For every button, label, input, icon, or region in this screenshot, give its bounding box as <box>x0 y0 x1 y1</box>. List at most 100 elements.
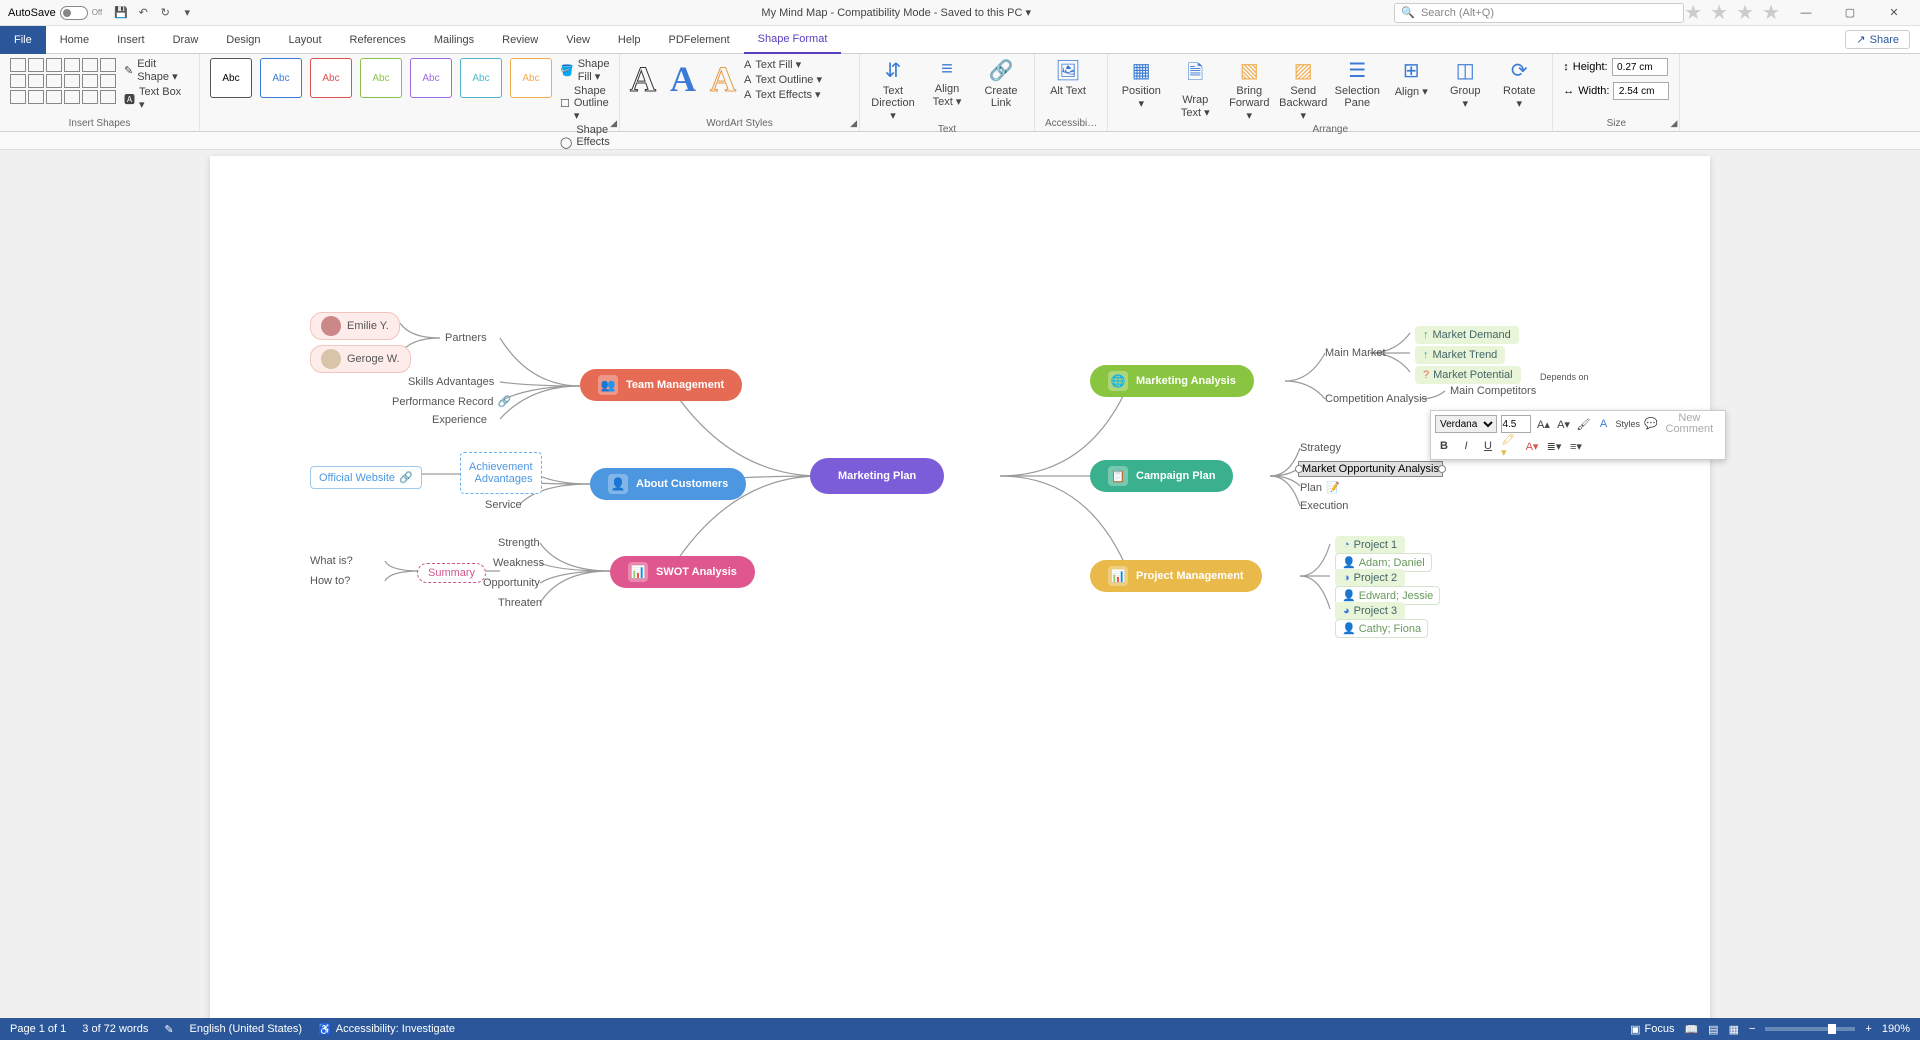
node-strength[interactable]: Strength <box>498 537 540 549</box>
tab-file[interactable]: File <box>0 26 46 54</box>
node-experience[interactable]: Experience <box>432 414 487 426</box>
shape-outline-button[interactable]: ☐Shape Outline ▾ <box>560 85 610 122</box>
spellcheck-icon[interactable]: ✎ <box>164 1023 173 1036</box>
style-swatch[interactable]: Abc <box>310 58 352 98</box>
align-text-button[interactable]: ≡Align Text ▾ <box>924 58 970 108</box>
node-competition[interactable]: Competition Analysis <box>1325 393 1427 405</box>
node-official-website[interactable]: Official Website🔗 <box>310 466 422 489</box>
node-about-customers[interactable]: 👤 About Customers <box>590 468 746 500</box>
print-layout-icon[interactable]: ▤ <box>1708 1023 1718 1036</box>
text-box-button[interactable]: 🅰Text Box ▾ <box>124 86 189 111</box>
language[interactable]: English (United States) <box>190 1023 303 1035</box>
assignees-project3[interactable]: 👤Cathy; Fiona <box>1335 619 1428 638</box>
tab-shape-format[interactable]: Shape Format <box>744 26 842 54</box>
autosave-toggle[interactable]: AutoSave Off <box>8 6 102 20</box>
wrap-text-button[interactable]: 🗎Wrap Text ▾ <box>1172 58 1218 119</box>
node-team-management[interactable]: 👥 Team Management <box>580 369 742 401</box>
maximize-button[interactable]: ▢ <box>1832 1 1868 25</box>
node-weakness[interactable]: Weakness <box>493 557 544 569</box>
tab-layout[interactable]: Layout <box>275 26 336 54</box>
node-market-trend[interactable]: ↑Market Trend <box>1415 346 1505 364</box>
node-swot[interactable]: 📊 SWOT Analysis <box>610 556 755 588</box>
qat-customize-icon[interactable]: ▾ <box>178 4 196 22</box>
style-swatch[interactable]: Abc <box>460 58 502 98</box>
close-button[interactable]: ✕ <box>1876 1 1912 25</box>
node-competitors[interactable]: Main Competitors <box>1450 385 1536 397</box>
tab-mailings[interactable]: Mailings <box>420 26 488 54</box>
shrink-font-icon[interactable]: A▾ <box>1555 415 1571 433</box>
node-george[interactable]: Geroge W. <box>310 345 411 373</box>
tab-pdfelement[interactable]: PDFelement <box>655 26 744 54</box>
dialog-launcher-icon[interactable]: ◢ <box>850 118 857 129</box>
style-swatch[interactable]: Abc <box>410 58 452 98</box>
tab-view[interactable]: View <box>552 26 604 54</box>
node-emilie[interactable]: Emilie Y. <box>310 312 400 340</box>
format-painter-icon[interactable]: 🖌 <box>1576 415 1592 433</box>
node-market-opportunity-selected[interactable]: Market Opportunity Analysis <box>1298 461 1443 477</box>
tab-home[interactable]: Home <box>46 26 103 54</box>
text-effects-button[interactable]: AText Effects ▾ <box>744 88 822 101</box>
node-project1[interactable]: ◔Project 1 <box>1335 536 1405 554</box>
font-select[interactable]: Verdana <box>1435 415 1497 433</box>
wordart-swatch[interactable]: A <box>670 58 696 100</box>
node-project-management[interactable]: 📊 Project Management <box>1090 560 1262 592</box>
node-how-to[interactable]: How to? <box>310 575 350 587</box>
tab-references[interactable]: References <box>336 26 420 54</box>
node-what-is[interactable]: What is? <box>310 555 353 567</box>
dialog-launcher-icon[interactable]: ◢ <box>610 118 617 129</box>
wordart-swatch[interactable]: A <box>630 58 656 100</box>
alt-text-button[interactable]: 🖼Alt Text <box>1045 58 1091 97</box>
bullets-button[interactable]: ≣▾ <box>1545 437 1563 455</box>
node-plan[interactable]: Plan📝 <box>1300 481 1340 494</box>
numbering-button[interactable]: ≡▾ <box>1567 437 1585 455</box>
save-icon[interactable]: 💾 <box>112 4 130 22</box>
shape-style-gallery[interactable]: Abc Abc Abc Abc Abc Abc Abc <box>210 58 552 98</box>
style-swatch[interactable]: Abc <box>360 58 402 98</box>
send-backward-button[interactable]: ▨Send Backward ▾ <box>1280 58 1326 122</box>
node-project3[interactable]: ◕Project 3 <box>1335 602 1405 620</box>
wordart-swatch[interactable]: A <box>710 58 736 100</box>
node-performance[interactable]: Performance Record🔗 <box>392 395 511 408</box>
redo-icon[interactable]: ↻ <box>156 4 174 22</box>
node-market-demand[interactable]: ↑Market Demand <box>1415 326 1519 344</box>
tab-design[interactable]: Design <box>212 26 274 54</box>
align-button[interactable]: ⊞Align ▾ <box>1388 58 1434 98</box>
text-direction-button[interactable]: ⇵Text Direction ▾ <box>870 58 916 122</box>
zoom-slider[interactable] <box>1765 1027 1855 1031</box>
edit-shape-button[interactable]: ✎Edit Shape ▾ <box>124 58 189 83</box>
node-campaign-plan[interactable]: 📋 Campaign Plan <box>1090 460 1233 492</box>
bring-forward-button[interactable]: ▧Bring Forward ▾ <box>1226 58 1272 122</box>
read-mode-icon[interactable]: 📖 <box>1684 1023 1698 1036</box>
text-outline-button[interactable]: AText Outline ▾ <box>744 73 822 86</box>
underline-button[interactable]: U <box>1479 437 1497 455</box>
node-summary[interactable]: Summary <box>417 563 486 583</box>
style-swatch[interactable]: Abc <box>210 58 252 98</box>
node-strategy[interactable]: Strategy <box>1300 442 1341 454</box>
font-size-input[interactable] <box>1501 415 1531 433</box>
search-input[interactable]: 🔍 Search (Alt+Q) <box>1394 3 1684 23</box>
create-link-button[interactable]: 🔗Create Link <box>978 58 1024 109</box>
focus-button[interactable]: ▣Focus <box>1630 1023 1674 1036</box>
width-input[interactable] <box>1613 82 1669 100</box>
style-swatch[interactable]: Abc <box>510 58 552 98</box>
grow-font-icon[interactable]: A▴ <box>1535 415 1551 433</box>
new-comment-button[interactable]: 💬New Comment <box>1644 415 1721 433</box>
selection-pane-button[interactable]: ☰Selection Pane <box>1334 58 1380 109</box>
node-market-potential[interactable]: ?Market Potential <box>1415 366 1521 384</box>
group-button[interactable]: ◫Group ▾ <box>1442 58 1488 110</box>
node-achievement-advantages[interactable]: Achievement Advantages <box>460 452 542 494</box>
position-button[interactable]: ▦Position ▾ <box>1118 58 1164 110</box>
zoom-in-button[interactable]: + <box>1865 1023 1871 1035</box>
styles-button[interactable]: Styles <box>1616 415 1641 433</box>
node-main-market[interactable]: Main Market <box>1325 347 1386 359</box>
node-service[interactable]: Service <box>485 499 522 511</box>
page-info[interactable]: Page 1 of 1 <box>10 1023 66 1035</box>
shapes-gallery[interactable] <box>10 58 116 104</box>
italic-button[interactable]: I <box>1457 437 1475 455</box>
node-partners[interactable]: Partners <box>445 332 487 344</box>
tab-review[interactable]: Review <box>488 26 552 54</box>
word-count[interactable]: 3 of 72 words <box>82 1023 148 1035</box>
text-fill-button[interactable]: AText Fill ▾ <box>744 58 822 71</box>
tab-insert[interactable]: Insert <box>103 26 159 54</box>
rotate-button[interactable]: ⟳Rotate ▾ <box>1496 58 1542 110</box>
